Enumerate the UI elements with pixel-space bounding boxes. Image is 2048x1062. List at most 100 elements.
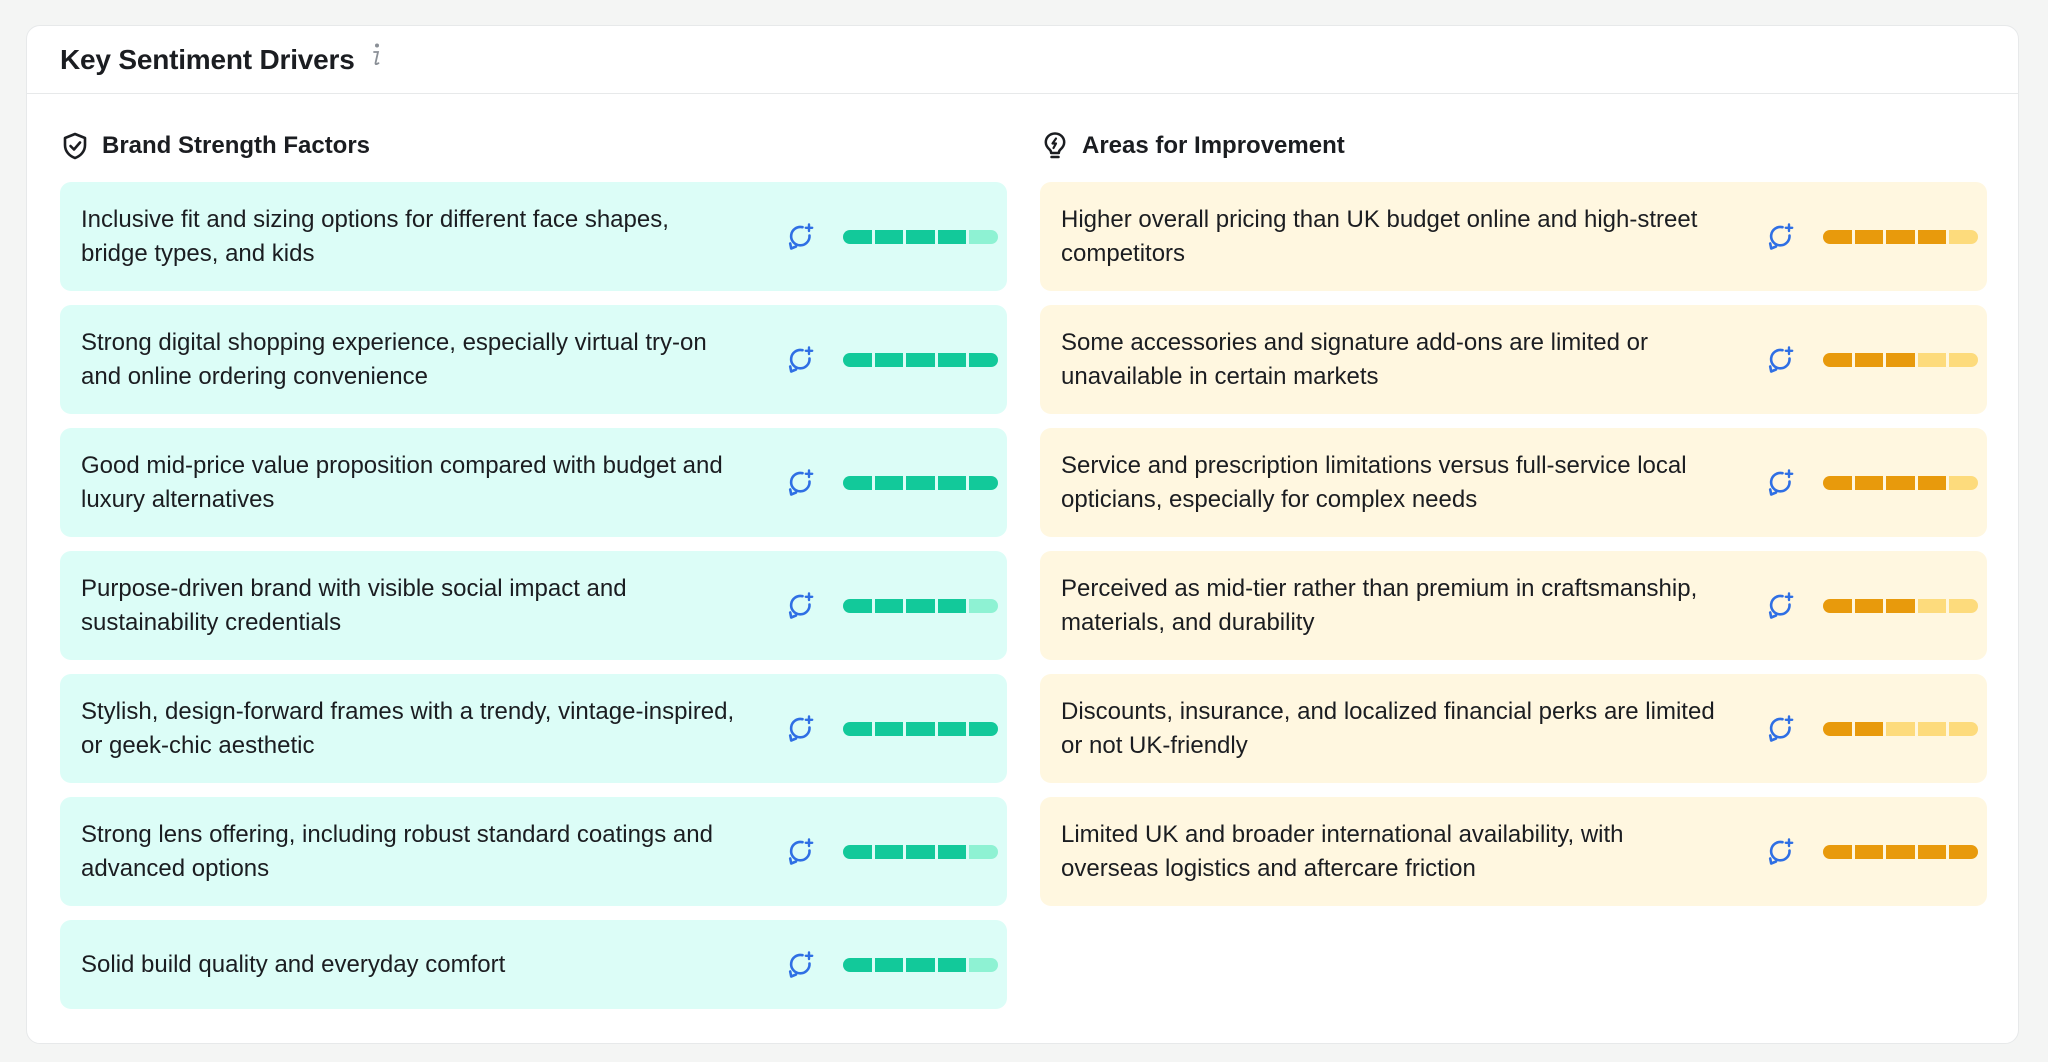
improvement-title: Areas for Improvement bbox=[1082, 132, 1345, 159]
brand-strength-heading: Brand Strength Factors bbox=[60, 128, 370, 164]
meter-segment bbox=[1823, 598, 1852, 613]
meter-segment bbox=[937, 229, 967, 244]
refresh-sparkle-icon[interactable] bbox=[784, 466, 818, 500]
item-text: Perceived as mid-tier rather than premiu… bbox=[1061, 574, 1698, 636]
item-text: Service and prescription limitations ver… bbox=[1061, 451, 1687, 513]
meter-segment bbox=[969, 229, 998, 244]
meter-segment bbox=[1854, 475, 1884, 490]
strength-item: Strong digital shopping experience, espe… bbox=[60, 305, 1007, 414]
item-text: Strong digital shopping experience, espe… bbox=[81, 328, 707, 390]
improvement-item: Service and prescription limitations ver… bbox=[1040, 428, 1987, 537]
refresh-sparkle-icon[interactable] bbox=[784, 589, 818, 623]
meter-segment bbox=[969, 844, 998, 859]
item-text: Good mid-price value proposition compare… bbox=[81, 451, 723, 513]
meter-segment bbox=[1854, 721, 1884, 736]
meter-segment bbox=[1854, 229, 1884, 244]
score-meter bbox=[1823, 352, 1978, 367]
refresh-sparkle-icon[interactable] bbox=[1764, 589, 1798, 623]
meter-segment bbox=[1917, 844, 1947, 859]
meter-segment bbox=[1917, 352, 1947, 367]
score-meter bbox=[1823, 844, 1978, 859]
meter-segment bbox=[1949, 475, 1978, 490]
meter-segment bbox=[969, 475, 998, 490]
item-text: Inclusive fit and sizing options for dif… bbox=[81, 205, 669, 267]
brand-strength-list: Inclusive fit and sizing options for dif… bbox=[60, 182, 1007, 1023]
score-meter bbox=[843, 957, 998, 972]
lightbulb-icon bbox=[1040, 131, 1070, 161]
refresh-sparkle-icon[interactable] bbox=[1764, 343, 1798, 377]
score-meter bbox=[843, 352, 998, 367]
meter-segment bbox=[843, 352, 872, 367]
meter-segment bbox=[843, 844, 872, 859]
meter-segment bbox=[874, 598, 904, 613]
refresh-sparkle-icon[interactable] bbox=[784, 712, 818, 746]
info-icon[interactable] bbox=[369, 42, 383, 68]
meter-segment bbox=[937, 957, 967, 972]
refresh-sparkle-icon[interactable] bbox=[1764, 220, 1798, 254]
meter-segment bbox=[843, 721, 872, 736]
refresh-sparkle-icon[interactable] bbox=[784, 220, 818, 254]
key-sentiment-drivers-card: Key Sentiment Drivers Brand Strength Fac… bbox=[26, 25, 2019, 1044]
meter-segment bbox=[1823, 721, 1852, 736]
item-text: Purpose-driven brand with visible social… bbox=[81, 574, 627, 636]
meter-segment bbox=[1886, 229, 1915, 244]
item-text: Limited UK and broader international ava… bbox=[1061, 820, 1624, 882]
refresh-sparkle-icon[interactable] bbox=[1764, 712, 1798, 746]
meter-segment bbox=[1917, 598, 1947, 613]
item-text: Stylish, design-forward frames with a tr… bbox=[81, 697, 735, 759]
brand-strength-title: Brand Strength Factors bbox=[102, 132, 371, 159]
improvement-item: Some accessories and signature add-ons a… bbox=[1040, 305, 1987, 414]
improvement-heading: Areas for Improvement bbox=[1040, 128, 1345, 164]
meter-segment bbox=[969, 352, 998, 367]
meter-segment bbox=[843, 475, 872, 490]
meter-segment bbox=[874, 475, 904, 490]
improvement-item: Limited UK and broader international ava… bbox=[1040, 797, 1987, 906]
strength-item: Strong lens offering, including robust s… bbox=[60, 797, 1007, 906]
score-meter bbox=[843, 844, 998, 859]
meter-segment bbox=[937, 844, 967, 859]
meter-segment bbox=[906, 229, 935, 244]
shield-check-icon bbox=[60, 131, 90, 161]
meter-segment bbox=[906, 598, 935, 613]
meter-segment bbox=[1886, 475, 1915, 490]
meter-segment bbox=[906, 957, 935, 972]
meter-segment bbox=[1823, 475, 1852, 490]
meter-segment bbox=[1886, 352, 1915, 367]
meter-segment bbox=[1854, 844, 1884, 859]
refresh-sparkle-icon[interactable] bbox=[1764, 835, 1798, 869]
meter-segment bbox=[874, 957, 904, 972]
meter-segment bbox=[1949, 844, 1978, 859]
improvement-list: Higher overall pricing than UK budget on… bbox=[1040, 182, 1987, 920]
meter-segment bbox=[1917, 721, 1947, 736]
item-text: Discounts, insurance, and localized fina… bbox=[1061, 697, 1715, 759]
refresh-sparkle-icon[interactable] bbox=[784, 343, 818, 377]
meter-segment bbox=[906, 844, 935, 859]
score-meter bbox=[843, 229, 998, 244]
meter-segment bbox=[906, 721, 935, 736]
meter-segment bbox=[874, 352, 904, 367]
meter-segment bbox=[1917, 475, 1947, 490]
meter-segment bbox=[843, 957, 872, 972]
item-text: Solid build quality and everyday comfort bbox=[81, 950, 506, 978]
refresh-sparkle-icon[interactable] bbox=[1764, 466, 1798, 500]
meter-segment bbox=[969, 721, 998, 736]
score-meter bbox=[843, 475, 998, 490]
meter-segment bbox=[874, 229, 904, 244]
meter-segment bbox=[1823, 844, 1852, 859]
strength-item: Purpose-driven brand with visible social… bbox=[60, 551, 1007, 660]
refresh-sparkle-icon[interactable] bbox=[784, 948, 818, 982]
score-meter bbox=[1823, 475, 1978, 490]
meter-segment bbox=[1886, 844, 1915, 859]
meter-segment bbox=[1886, 598, 1915, 613]
meter-segment bbox=[906, 475, 935, 490]
meter-segment bbox=[937, 721, 967, 736]
refresh-sparkle-icon[interactable] bbox=[784, 835, 818, 869]
meter-segment bbox=[874, 721, 904, 736]
meter-segment bbox=[1823, 352, 1852, 367]
meter-segment bbox=[874, 844, 904, 859]
meter-segment bbox=[1949, 721, 1978, 736]
meter-segment bbox=[937, 352, 967, 367]
score-meter bbox=[1823, 721, 1978, 736]
score-meter bbox=[1823, 598, 1978, 613]
item-text: Higher overall pricing than UK budget on… bbox=[1061, 205, 1698, 267]
